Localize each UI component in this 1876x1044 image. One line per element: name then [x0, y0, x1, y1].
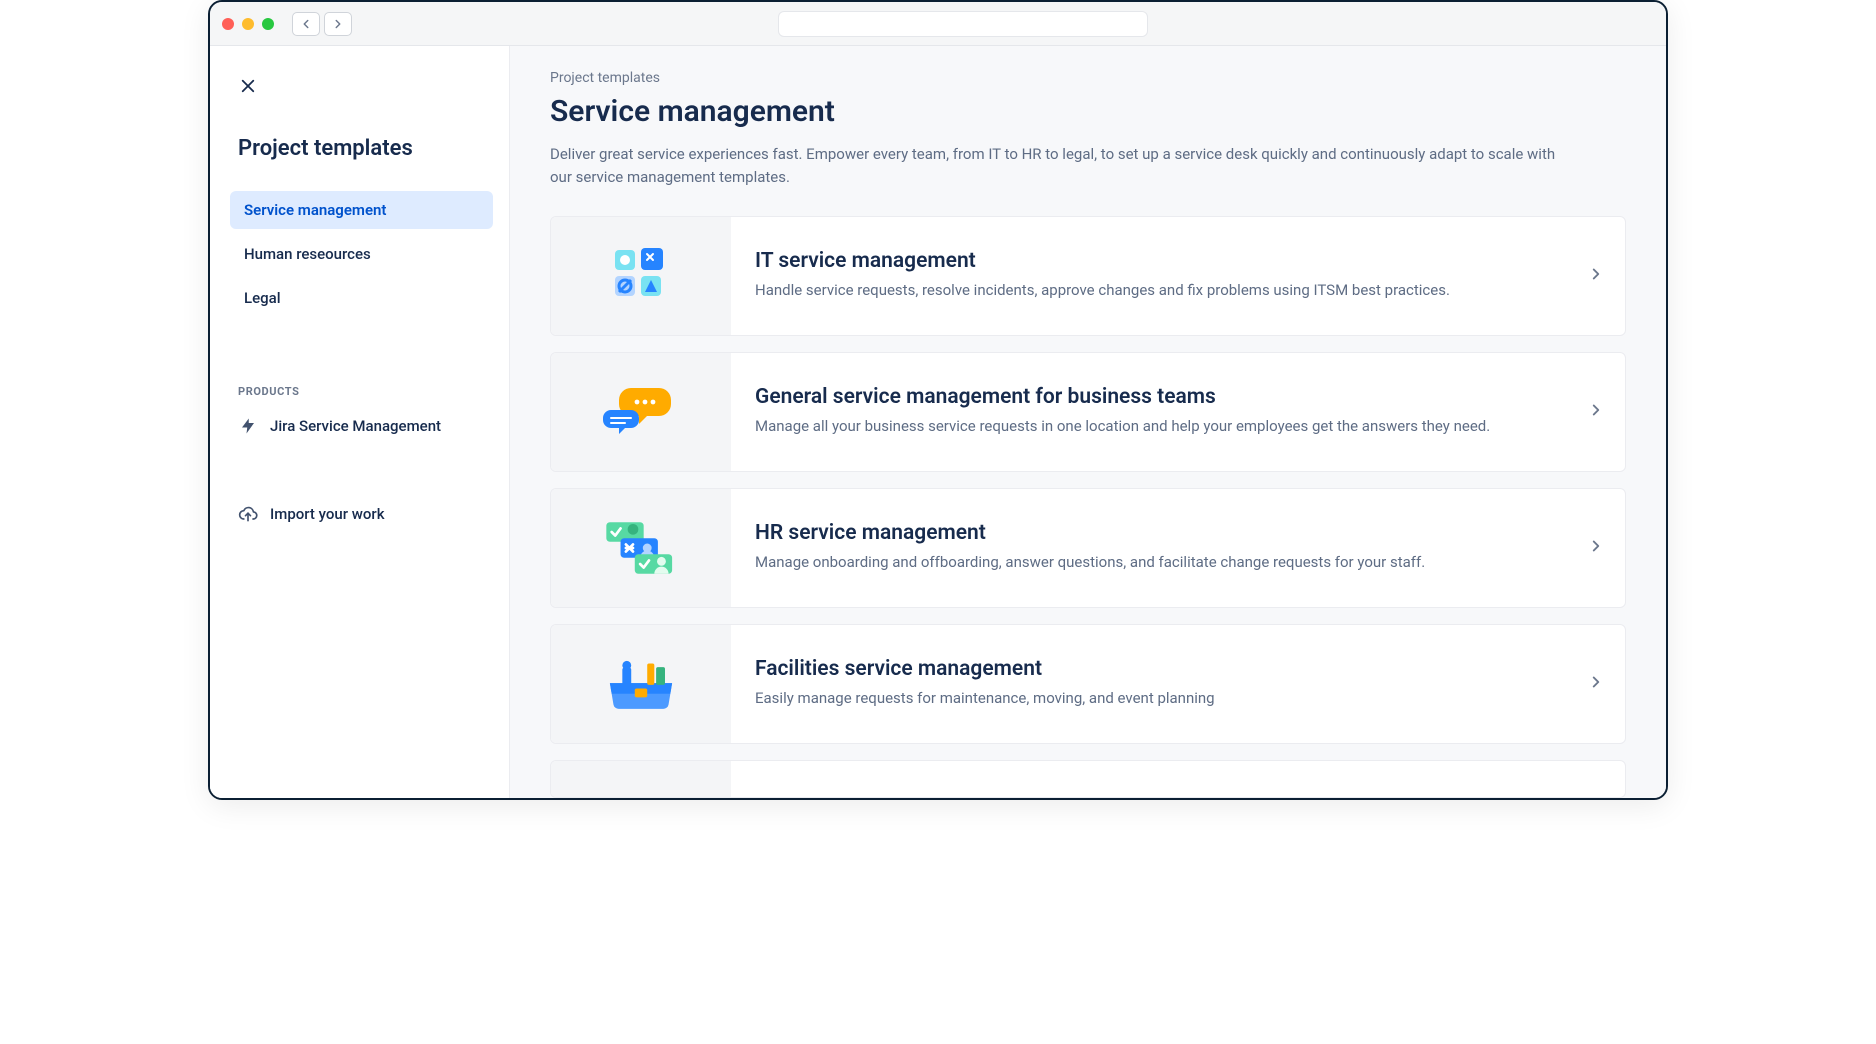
- close-button[interactable]: [230, 68, 266, 104]
- sidebar-nav: Service management Human reseources Lega…: [230, 191, 493, 317]
- template-title: IT service management: [755, 249, 1571, 273]
- import-label: Import your work: [270, 505, 385, 523]
- forward-button[interactable]: [324, 12, 352, 36]
- lightning-icon: [238, 416, 258, 436]
- chevron-right-icon: [1587, 537, 1605, 559]
- template-card-general-service-management[interactable]: General service management for business …: [550, 352, 1626, 472]
- products-section-label: PRODUCTS: [230, 385, 493, 398]
- titlebar: [210, 2, 1666, 46]
- template-card-it-service-management[interactable]: IT service management Handle service req…: [550, 216, 1626, 336]
- sidebar-title: Project templates: [238, 136, 485, 161]
- nav-buttons: [292, 12, 352, 36]
- template-description: Easily manage requests for maintenance, …: [755, 687, 1571, 710]
- template-list: IT service management Handle service req…: [550, 216, 1626, 798]
- itsm-grid-icon: [601, 244, 681, 308]
- cloud-upload-icon: [238, 504, 258, 524]
- product-label: Jira Service Management: [270, 417, 441, 435]
- template-title: HR service management: [755, 521, 1571, 545]
- product-jira-service-management[interactable]: Jira Service Management: [230, 406, 493, 446]
- address-bar[interactable]: [778, 11, 1148, 37]
- template-title: Facilities service management: [755, 657, 1571, 681]
- sidebar-item-human-resources[interactable]: Human reseources: [230, 235, 493, 273]
- chat-bubbles-icon: [601, 380, 681, 444]
- content: Project templates Service management Hum…: [210, 46, 1666, 798]
- template-thumbnail: [551, 217, 731, 335]
- sidebar-item-service-management[interactable]: Service management: [230, 191, 493, 229]
- chevron-right-icon: [1587, 265, 1605, 287]
- window-controls: [222, 18, 274, 30]
- toolbox-icon: [601, 652, 681, 716]
- template-thumbnail: [551, 761, 731, 797]
- page-title: Service management: [550, 94, 1626, 129]
- template-thumbnail: [551, 625, 731, 743]
- template-card-facilities-service-management[interactable]: Facilities service management Easily man…: [550, 624, 1626, 744]
- template-description: Manage all your business service request…: [755, 415, 1571, 438]
- template-thumbnail: [551, 489, 731, 607]
- chevron-right-icon: [1587, 401, 1605, 423]
- window-minimize-icon[interactable]: [242, 18, 254, 30]
- sidebar-item-label: Service management: [244, 201, 386, 219]
- back-button[interactable]: [292, 12, 320, 36]
- window-zoom-icon[interactable]: [262, 18, 274, 30]
- hr-cards-icon: [601, 516, 681, 580]
- chevron-right-icon: [1587, 673, 1605, 695]
- app-window: Project templates Service management Hum…: [208, 0, 1668, 800]
- breadcrumb[interactable]: Project templates: [550, 70, 1626, 86]
- template-description: Manage onboarding and offboarding, answe…: [755, 551, 1571, 574]
- template-thumbnail: [551, 353, 731, 471]
- import-your-work[interactable]: Import your work: [230, 494, 493, 534]
- page-description: Deliver great service experiences fast. …: [550, 143, 1570, 190]
- main-panel: Project templates Service management Del…: [510, 46, 1666, 798]
- template-title: General service management for business …: [755, 385, 1571, 409]
- template-description: Handle service requests, resolve inciden…: [755, 279, 1571, 302]
- window-close-icon[interactable]: [222, 18, 234, 30]
- sidebar-item-label: Legal: [244, 289, 281, 307]
- sidebar: Project templates Service management Hum…: [210, 46, 510, 798]
- sidebar-item-label: Human reseources: [244, 245, 371, 263]
- template-card-hr-service-management[interactable]: HR service management Manage onboarding …: [550, 488, 1626, 608]
- sidebar-item-legal[interactable]: Legal: [230, 279, 493, 317]
- template-card-cutoff[interactable]: [550, 760, 1626, 798]
